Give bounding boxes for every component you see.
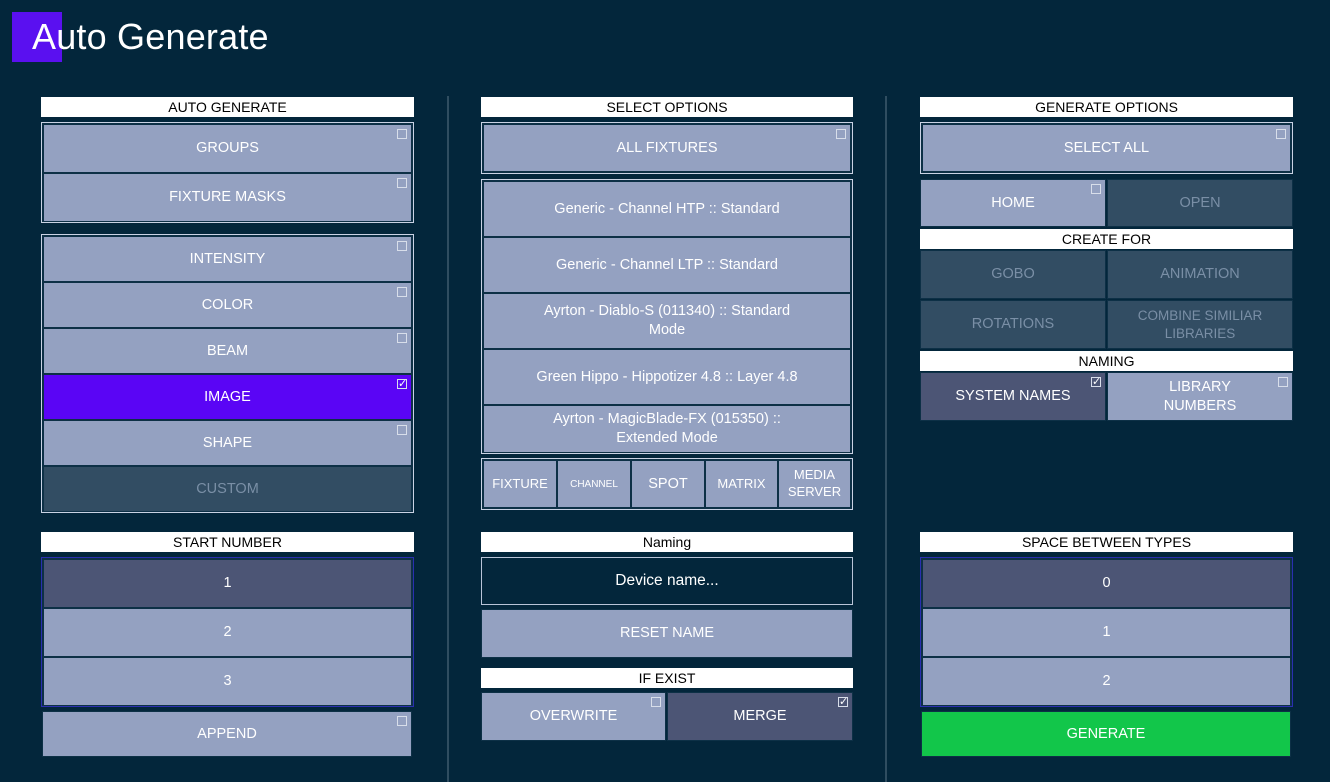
generate-button[interactable]: GENERATE xyxy=(921,711,1291,757)
overwrite-button[interactable]: OVERWRITE xyxy=(481,692,666,741)
filter-fixture-button[interactable]: FIXTURE xyxy=(483,460,557,508)
groups-checkbox[interactable] xyxy=(397,129,407,139)
merge-button[interactable]: MERGE ✓ xyxy=(667,692,853,741)
fixture-masks-checkbox[interactable] xyxy=(397,178,407,188)
intensity-checkbox[interactable] xyxy=(397,241,407,251)
custom-label: CUSTOM xyxy=(196,480,259,497)
start-number-option[interactable]: 2 xyxy=(43,608,412,657)
generate-options-header: GENERATE OPTIONS xyxy=(920,97,1293,117)
select-all-label: SELECT ALL xyxy=(1063,139,1150,156)
color-button[interactable]: COLOR xyxy=(43,282,412,328)
library-numbers-label: LIBRARY NUMBERS xyxy=(1163,378,1237,414)
append-checkbox[interactable] xyxy=(397,716,407,726)
auto-generate-top-group: GROUPS FIXTURE MASKS xyxy=(41,122,414,223)
shape-button[interactable]: SHAPE xyxy=(43,420,412,466)
select-options-header: SELECT OPTIONS xyxy=(481,97,853,117)
intensity-button[interactable]: INTENSITY xyxy=(43,236,412,282)
fixture-filter-bar: FIXTURE CHANNEL SPOT MATRIX MEDIA SERVER xyxy=(481,458,853,510)
start-number-option[interactable]: 1 xyxy=(43,559,412,608)
space-option[interactable]: 0 xyxy=(922,559,1291,608)
naming-options-header: NAMING xyxy=(920,351,1293,371)
color-label: COLOR xyxy=(201,296,254,313)
all-fixtures-frame: ALL FIXTURES xyxy=(481,122,853,174)
fixture-list-item[interactable]: Generic - Channel LTP :: Standard xyxy=(483,237,851,293)
page-title: Auto Generate xyxy=(32,16,269,57)
fixture-list-item[interactable]: Ayrton - Diablo-S (011340) :: Standard M… xyxy=(483,293,851,349)
color-checkbox[interactable] xyxy=(397,287,407,297)
home-label: HOME xyxy=(991,194,1035,211)
groups-button[interactable]: GROUPS xyxy=(43,124,412,173)
intensity-label: INTENSITY xyxy=(189,250,266,267)
space-between-types-header: SPACE BETWEEN TYPES xyxy=(920,532,1293,552)
append-label: APPEND xyxy=(197,725,257,742)
library-numbers-checkbox[interactable] xyxy=(1278,377,1288,387)
space-between-types-list: 0 1 2 xyxy=(920,557,1293,707)
shape-label: SHAPE xyxy=(202,434,253,451)
reset-name-button[interactable]: RESET NAME xyxy=(481,609,853,658)
fixture-name: Generic - Channel LTP :: Standard xyxy=(556,256,778,273)
fixture-name: Ayrton - Diablo-S (011340) :: Standard M… xyxy=(543,303,791,338)
column-divider xyxy=(885,96,887,782)
fixture-list-item[interactable]: Ayrton - MagicBlade-FX (015350) :: Exten… xyxy=(483,405,851,453)
animation-button[interactable]: ANIMATION xyxy=(1107,250,1293,299)
open-button[interactable]: OPEN xyxy=(1107,179,1293,227)
beam-button[interactable]: BEAM xyxy=(43,328,412,374)
overwrite-checkbox[interactable] xyxy=(651,697,661,707)
library-type-list: INTENSITY COLOR BEAM IMAGE ✓ SHAPE CUSTO… xyxy=(41,234,414,513)
create-for-header: CREATE FOR xyxy=(920,229,1293,249)
beam-checkbox[interactable] xyxy=(397,333,407,343)
filter-channel-button[interactable]: CHANNEL xyxy=(557,460,631,508)
system-names-button[interactable]: SYSTEM NAMES ✓ xyxy=(920,372,1106,421)
filter-matrix-button[interactable]: MATRIX xyxy=(705,460,778,508)
device-name-input[interactable]: Device name... xyxy=(481,557,853,605)
library-numbers-button[interactable]: LIBRARY NUMBERS xyxy=(1107,372,1293,421)
home-checkbox[interactable] xyxy=(1091,184,1101,194)
start-number-option[interactable]: 3 xyxy=(43,657,412,706)
fixture-list: Generic - Channel HTP :: Standard Generi… xyxy=(481,179,853,454)
select-all-button[interactable]: SELECT ALL xyxy=(922,124,1291,172)
all-fixtures-button[interactable]: ALL FIXTURES xyxy=(483,124,851,172)
image-button[interactable]: IMAGE ✓ xyxy=(43,374,412,420)
select-all-frame: SELECT ALL xyxy=(920,122,1293,174)
custom-button[interactable]: CUSTOM xyxy=(43,466,412,512)
all-fixtures-label: ALL FIXTURES xyxy=(616,139,718,156)
overwrite-label: OVERWRITE xyxy=(529,708,618,725)
image-checkbox-checked[interactable]: ✓ xyxy=(397,379,407,390)
if-exist-header: IF EXIST xyxy=(481,668,853,688)
fixture-masks-label: FIXTURE MASKS xyxy=(169,189,286,206)
append-button[interactable]: APPEND xyxy=(42,711,412,757)
filter-spot-button[interactable]: SPOT xyxy=(631,460,705,508)
fixture-masks-button[interactable]: FIXTURE MASKS xyxy=(43,173,412,222)
combine-similar-libraries-button[interactable]: COMBINE SIMILIAR LIBRARIES xyxy=(1107,300,1293,349)
merge-checkbox-checked[interactable]: ✓ xyxy=(838,697,848,708)
rotations-button[interactable]: ROTATIONS xyxy=(920,300,1106,349)
start-number-list: 1 2 3 xyxy=(41,557,414,707)
select-all-checkbox[interactable] xyxy=(1276,129,1286,139)
fixture-list-item[interactable]: Generic - Channel HTP :: Standard xyxy=(483,181,851,237)
space-option[interactable]: 1 xyxy=(922,608,1291,657)
fixture-name: Ayrton - MagicBlade-FX (015350) :: Exten… xyxy=(553,411,781,446)
image-label: IMAGE xyxy=(204,388,251,405)
column-divider xyxy=(447,96,449,782)
system-names-checkbox-checked[interactable]: ✓ xyxy=(1091,377,1101,388)
all-fixtures-checkbox[interactable] xyxy=(836,129,846,139)
gobo-button[interactable]: GOBO xyxy=(920,250,1106,299)
fixture-name: Green Hippo - Hippotizer 4.8 :: Layer 4.… xyxy=(536,368,798,385)
merge-label: MERGE xyxy=(733,708,787,725)
groups-label: GROUPS xyxy=(196,140,259,157)
system-names-label: SYSTEM NAMES xyxy=(955,388,1071,405)
fixture-name: Generic - Channel HTP :: Standard xyxy=(554,200,780,217)
start-number-header: START NUMBER xyxy=(41,532,414,552)
space-option[interactable]: 2 xyxy=(922,657,1291,706)
shape-checkbox[interactable] xyxy=(397,425,407,435)
beam-label: BEAM xyxy=(206,342,249,359)
naming-header: Naming xyxy=(481,532,853,552)
home-button[interactable]: HOME xyxy=(920,179,1106,227)
auto-generate-header: AUTO GENERATE xyxy=(41,97,414,117)
filter-media-server-button[interactable]: MEDIA SERVER xyxy=(778,460,851,508)
fixture-list-item[interactable]: Green Hippo - Hippotizer 4.8 :: Layer 4.… xyxy=(483,349,851,405)
